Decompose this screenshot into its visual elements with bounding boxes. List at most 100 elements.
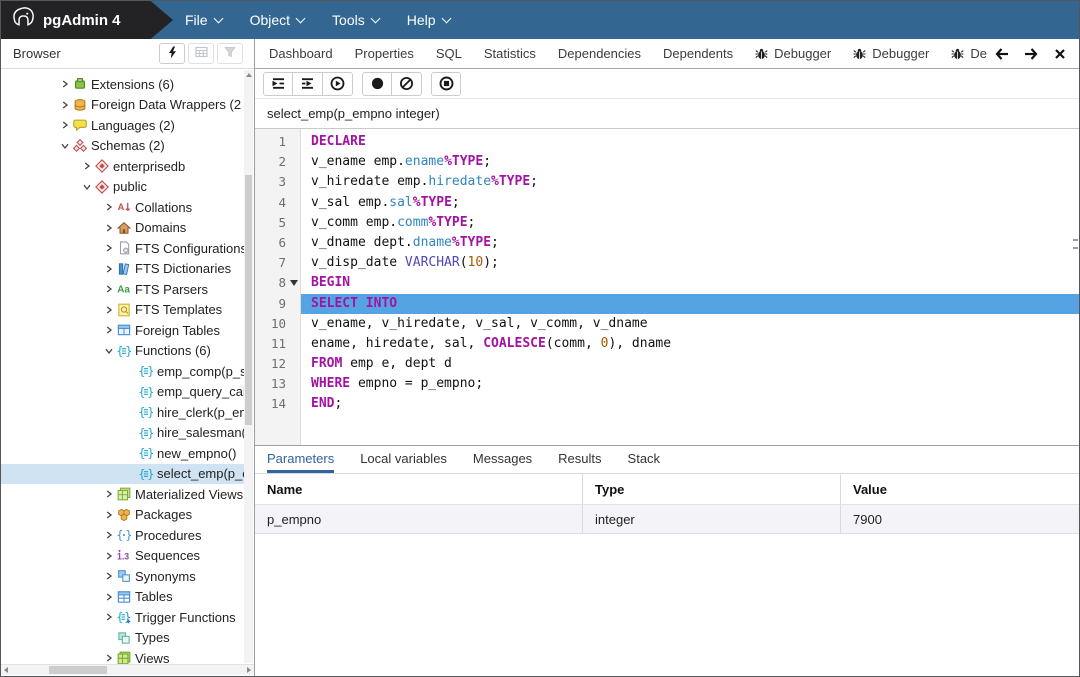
code-line-9[interactable]: SELECT INTO bbox=[301, 293, 1079, 314]
tree-item-emp-query-cal[interactable]: {} emp_query_cal bbox=[1, 382, 244, 403]
chevron-right-icon[interactable] bbox=[81, 160, 93, 172]
chevron-right-icon[interactable] bbox=[103, 550, 115, 562]
tab-dependents[interactable]: Dependents bbox=[663, 46, 733, 61]
close-tab-button[interactable] bbox=[1053, 48, 1067, 60]
gutter-line-10[interactable]: 10 bbox=[255, 314, 300, 334]
chevron-right-icon[interactable] bbox=[103, 201, 115, 213]
tree-item-select-emp-p-e[interactable]: {} select_emp(p_e bbox=[1, 463, 244, 484]
tree-item-hire-clerk-p-en[interactable]: {} hire_clerk(p_en bbox=[1, 402, 244, 423]
quick-search-button[interactable] bbox=[159, 43, 185, 64]
code-line-14[interactable]: END; bbox=[301, 394, 1079, 414]
tree-item-fts-dictionaries[interactable]: FTS Dictionaries bbox=[1, 259, 244, 280]
tree-item-hire-salesman[interactable]: {} hire_salesman( bbox=[1, 423, 244, 444]
tree-item-trigger-functions[interactable]: {} Trigger Functions bbox=[1, 607, 244, 628]
gutter-line-7[interactable]: 7 bbox=[255, 253, 300, 273]
bottom-tab-stack[interactable]: Stack bbox=[628, 451, 661, 473]
tree-item-views[interactable]: Views bbox=[1, 648, 244, 664]
step-over-button[interactable] bbox=[293, 71, 323, 96]
tree-item-domains[interactable]: Domains bbox=[1, 218, 244, 239]
code-line-10[interactable]: v_ename, v_hiredate, v_sal, v_comm, v_dn… bbox=[301, 314, 1079, 334]
tree-hscroll-thumb[interactable] bbox=[49, 666, 107, 674]
tab-dependencies[interactable]: Dependencies bbox=[558, 46, 641, 61]
chevron-right-icon[interactable] bbox=[103, 304, 115, 316]
step-into-button[interactable] bbox=[263, 71, 293, 96]
chevron-right-icon[interactable] bbox=[103, 488, 115, 500]
tree-item-fts-parsers[interactable]: Aa FTS Parsers bbox=[1, 279, 244, 300]
param-row-p-empno[interactable]: p_empno integer 7900 bbox=[255, 505, 1079, 534]
menu-object[interactable]: Object bbox=[250, 12, 306, 28]
tab-sql[interactable]: SQL bbox=[436, 46, 462, 61]
scroll-tabs-right-button[interactable] bbox=[1024, 47, 1038, 60]
chevron-right-icon[interactable] bbox=[103, 222, 115, 234]
tab-debugger[interactable]: Debugger bbox=[755, 46, 831, 61]
bottom-tab-results[interactable]: Results bbox=[558, 451, 601, 473]
tree-item-tables[interactable]: Tables bbox=[1, 587, 244, 608]
chevron-right-icon[interactable] bbox=[103, 570, 115, 582]
tab-properties[interactable]: Properties bbox=[355, 46, 414, 61]
menu-file[interactable]: File bbox=[185, 12, 224, 28]
tree-item-procedures[interactable]: {} Procedures bbox=[1, 525, 244, 546]
tab-debugger-2[interactable]: Debugger bbox=[853, 46, 929, 61]
chevron-right-icon[interactable] bbox=[103, 263, 115, 275]
tree-item-materialized-views[interactable]: Materialized Views bbox=[1, 484, 244, 505]
gutter-line-14[interactable]: 14 bbox=[255, 394, 300, 414]
code-editor[interactable]: 1 2 3 4 5 6 7 8 9 10 11 12 13 14 DECLARE v_ename emp.e… bbox=[255, 129, 1079, 445]
tree-item-enterprisedb[interactable]: enterprisedb bbox=[1, 156, 244, 177]
tab-statistics[interactable]: Statistics bbox=[484, 46, 536, 61]
code-line-1[interactable]: DECLARE bbox=[301, 132, 1079, 152]
tree-item-schemas-2[interactable]: Schemas (2) bbox=[1, 136, 244, 157]
gutter-line-9[interactable]: 9 bbox=[255, 294, 300, 314]
gutter-line-8[interactable]: 8 bbox=[255, 273, 300, 293]
code-line-8[interactable]: BEGIN bbox=[301, 273, 1079, 293]
tree-vertical-scrollbar[interactable] bbox=[244, 70, 253, 663]
chevron-expanded-icon[interactable] bbox=[103, 345, 115, 357]
tree-item-languages-2[interactable]: Languages (2) bbox=[1, 115, 244, 136]
code-line-6[interactable]: v_dname dept.dname%TYPE; bbox=[301, 233, 1079, 253]
tree-item-emp-comp-p-s[interactable]: {} emp_comp(p_s bbox=[1, 361, 244, 382]
menu-tools[interactable]: Tools bbox=[332, 12, 381, 28]
tree-item-fts-configurations[interactable]: FTS Configurations bbox=[1, 238, 244, 259]
tree-item-synonyms[interactable]: Synonyms bbox=[1, 566, 244, 587]
continue-button[interactable] bbox=[323, 71, 353, 96]
code-line-13[interactable]: WHERE empno = p_empno; bbox=[301, 374, 1079, 394]
tree-item-functions-6[interactable]: {} Functions (6) bbox=[1, 341, 244, 362]
gutter-line-2[interactable]: 2 bbox=[255, 152, 300, 172]
chevron-right-icon[interactable] bbox=[59, 119, 71, 131]
code-line-3[interactable]: v_hiredate emp.hiredate%TYPE; bbox=[301, 172, 1079, 192]
tree-item-collations[interactable]: A Collations bbox=[1, 197, 244, 218]
chevron-expanded-icon[interactable] bbox=[81, 181, 93, 193]
chevron-right-icon[interactable] bbox=[103, 652, 115, 664]
gutter-line-6[interactable]: 6 bbox=[255, 233, 300, 253]
chevron-right-icon[interactable] bbox=[59, 78, 71, 90]
tree-item-foreign-tables[interactable]: Foreign Tables bbox=[1, 320, 244, 341]
chevron-right-icon[interactable] bbox=[103, 324, 115, 336]
scroll-tabs-left-button[interactable] bbox=[995, 47, 1009, 60]
gutter-line-13[interactable]: 13 bbox=[255, 374, 300, 394]
tree-vscroll-thumb[interactable] bbox=[245, 175, 252, 425]
gutter-line-11[interactable]: 11 bbox=[255, 334, 300, 354]
chevron-right-icon[interactable] bbox=[103, 509, 115, 521]
gutter-line-12[interactable]: 12 bbox=[255, 354, 300, 374]
stop-button[interactable] bbox=[431, 71, 461, 96]
code-line-11[interactable]: ename, hiredate, sal, COALESCE(comm, 0),… bbox=[301, 334, 1079, 354]
tree-item-foreign-data-wrappers-2[interactable]: Foreign Data Wrappers (2 bbox=[1, 95, 244, 116]
clear-all-breakpoints-button[interactable] bbox=[392, 71, 422, 96]
gutter-line-5[interactable]: 5 bbox=[255, 213, 300, 233]
tree-item-extensions-6[interactable]: Extensions (6) bbox=[1, 74, 244, 95]
tree-item-new-empno[interactable]: {} new_empno() bbox=[1, 443, 244, 464]
code-line-4[interactable]: v_sal emp.sal%TYPE; bbox=[301, 193, 1079, 213]
toggle-breakpoint-button[interactable] bbox=[362, 71, 392, 96]
tree-item-fts-templates[interactable]: FTS Templates bbox=[1, 300, 244, 321]
tree-item-packages[interactable]: Packages bbox=[1, 505, 244, 526]
tree-item-public[interactable]: public bbox=[1, 177, 244, 198]
menu-help[interactable]: Help bbox=[407, 12, 451, 28]
code-line-5[interactable]: v_comm emp.comm%TYPE; bbox=[301, 213, 1079, 233]
gutter-line-3[interactable]: 3 bbox=[255, 172, 300, 192]
chevron-expanded-icon[interactable] bbox=[59, 140, 71, 152]
code-line-7[interactable]: v_disp_date VARCHAR(10); bbox=[301, 253, 1079, 273]
tree-item-types[interactable]: Types bbox=[1, 628, 244, 649]
code-line-12[interactable]: FROM emp e, dept d bbox=[301, 354, 1079, 374]
gutter-line-1[interactable]: 1 bbox=[255, 132, 300, 152]
chevron-right-icon[interactable] bbox=[103, 242, 115, 254]
chevron-right-icon[interactable] bbox=[103, 591, 115, 603]
